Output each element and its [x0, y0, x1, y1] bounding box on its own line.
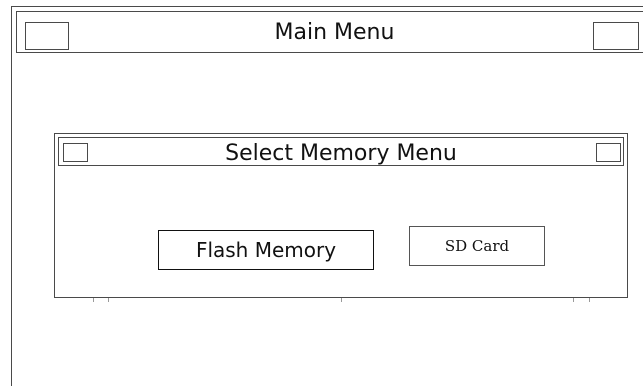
tick-mark	[108, 298, 109, 302]
tick-mark	[589, 298, 590, 302]
sd-card-button[interactable]: SD Card	[409, 226, 545, 266]
select-memory-title: Select Memory Menu	[225, 141, 457, 166]
tick-mark	[573, 298, 574, 302]
flash-memory-button[interactable]: Flash Memory	[158, 230, 374, 270]
tick-mark	[93, 298, 94, 302]
tick-mark	[341, 298, 342, 302]
main-menu-titlebar: Main Menu	[16, 11, 643, 53]
select-memory-right-title-button[interactable]	[596, 143, 621, 162]
select-memory-titlebar: Select Memory Menu	[58, 137, 624, 166]
main-menu-title: Main Menu	[274, 20, 395, 45]
select-memory-dialog: Select Memory Menu Flash Memory SD Card	[54, 133, 628, 298]
main-menu-right-title-button[interactable]	[593, 22, 639, 50]
